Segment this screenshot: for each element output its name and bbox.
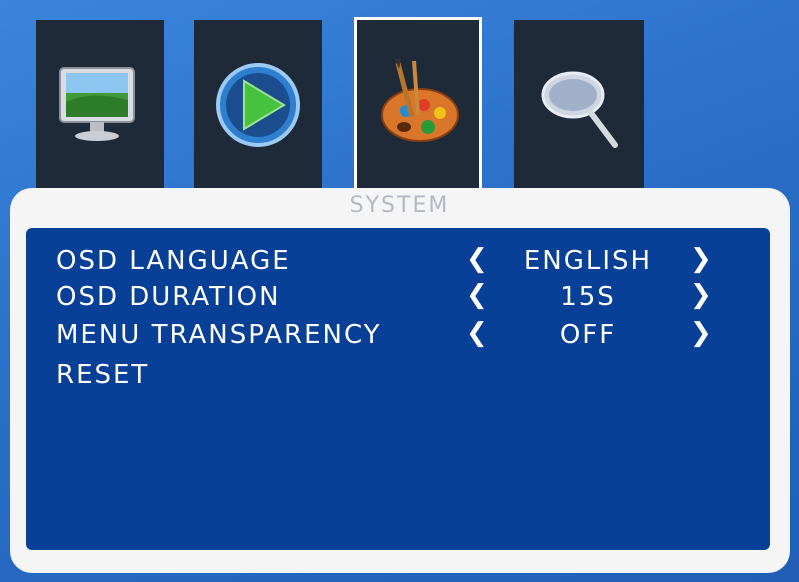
chevron-left-icon[interactable]: ❮	[466, 318, 490, 348]
panel-title: SYSTEM	[349, 193, 450, 218]
menu-item-value: 15S	[560, 282, 616, 312]
menu-tabs	[0, 0, 799, 200]
menu-item-menu-transparency[interactable]: MENU TRANSPARENCY ❮ OFF ❯	[26, 318, 770, 358]
tab-video[interactable]	[194, 20, 322, 190]
tab-search[interactable]	[514, 20, 644, 190]
magnifier-icon	[541, 71, 618, 148]
menu-item-osd-duration[interactable]: OSD DURATION ❮ 15S ❯	[26, 280, 770, 320]
tab-picture[interactable]	[36, 20, 164, 190]
menu-item-value: OFF	[559, 320, 617, 350]
chevron-left-icon[interactable]: ❮	[466, 280, 490, 310]
osd-screen: SYSTEM OSD LANGUAGE ❮ ENGLISH ❯ OSD DURA…	[0, 0, 799, 582]
monitor-icon	[59, 67, 135, 141]
menu-item-reset[interactable]: RESET	[26, 360, 770, 398]
system-menu: OSD LANGUAGE ❮ ENGLISH ❯ OSD DURATION ❮ …	[26, 228, 770, 550]
chevron-left-icon[interactable]: ❮	[466, 244, 490, 274]
menu-item-osd-language[interactable]: OSD LANGUAGE ❮ ENGLISH ❯	[26, 244, 770, 284]
menu-item-label: RESET	[56, 360, 150, 390]
menu-item-label: MENU TRANSPARENCY	[56, 320, 382, 350]
palette-icon	[381, 58, 459, 142]
tab-system[interactable]	[354, 17, 482, 192]
chevron-right-icon[interactable]: ❯	[690, 318, 714, 348]
menu-item-label: OSD LANGUAGE	[56, 246, 291, 276]
menu-item-value: ENGLISH	[523, 246, 653, 276]
chevron-right-icon[interactable]: ❯	[690, 244, 714, 274]
chevron-right-icon[interactable]: ❯	[690, 280, 714, 310]
play-icon	[216, 63, 300, 147]
menu-item-label: OSD DURATION	[56, 282, 281, 312]
